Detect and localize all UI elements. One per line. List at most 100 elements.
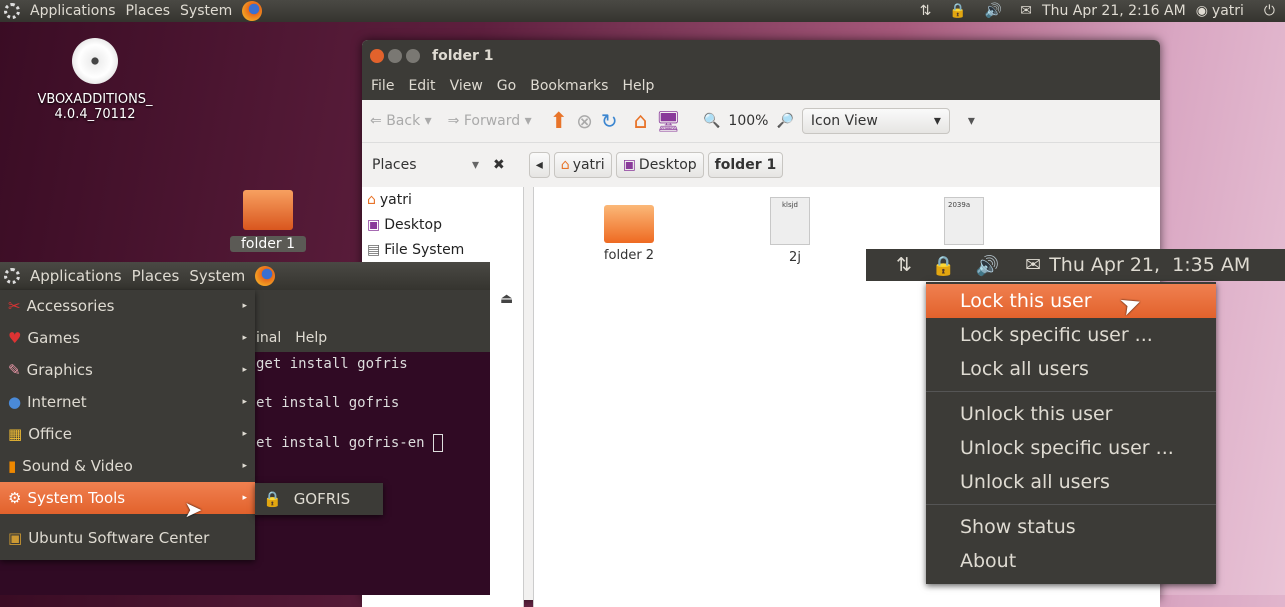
terminal-menu-terminal[interactable]: inal xyxy=(256,330,281,346)
inset-right-panel: ⇅ 🔒 🔊 ✉ Thu Apr 21, 1:35 AM xyxy=(866,249,1285,281)
location-bar: Places ▾ ✖ ◂ ⌂ yatri ▣ Desktop folder 1 xyxy=(362,143,1160,187)
desktop-icon: ▣ xyxy=(622,157,636,173)
menu-bookmarks[interactable]: Bookmarks xyxy=(530,78,608,94)
zoom-out-icon[interactable]: 🔍 xyxy=(703,113,720,129)
mail-icon[interactable]: ✉ xyxy=(1020,3,1032,19)
up-arrow-icon[interactable]: ⬆ xyxy=(550,109,568,134)
menu-help[interactable]: Help xyxy=(622,78,654,94)
clock[interactable]: Thu Apr 21, 1:35 AM xyxy=(1049,254,1250,276)
back-button[interactable]: ⇐ Back ▾ xyxy=(370,113,432,129)
minimize-button[interactable] xyxy=(388,49,402,63)
file-item-folder-2[interactable]: folder 2 xyxy=(589,205,669,263)
submenu-arrow-icon: ▸ xyxy=(242,461,247,471)
forward-button[interactable]: ⇒ Forward ▾ xyxy=(448,113,532,129)
cd-icon xyxy=(72,38,118,84)
lock-icon[interactable]: 🔒 xyxy=(932,254,956,277)
menu-go[interactable]: Go xyxy=(497,78,516,94)
file-item-2j[interactable]: klsjd 2j xyxy=(770,197,820,265)
lock-icon[interactable]: 🔒 xyxy=(949,3,966,19)
file-item[interactable]: 2039a xyxy=(944,197,994,245)
terminal-line: et install gofris xyxy=(256,395,400,411)
menu-system[interactable]: System xyxy=(189,267,245,285)
volume-icon[interactable]: 🔊 xyxy=(976,254,1000,277)
place-label: File System xyxy=(384,241,465,258)
firefox-icon[interactable] xyxy=(255,266,276,286)
menu-applications[interactable]: Applications xyxy=(30,3,116,19)
place-file-system[interactable]: ▤ File System xyxy=(362,237,523,262)
power-icon[interactable]: ⏻ xyxy=(1264,3,1275,19)
desktop-icon-vboxadditions[interactable]: VBOXADDITIONS_ 4.0.4_70112 xyxy=(20,38,170,122)
mouse-cursor-icon: ➤ xyxy=(184,498,203,523)
menu-item-lock-specific-user[interactable]: Lock specific user ... xyxy=(926,318,1216,352)
system-tools-submenu: 🔒 GOFRIS xyxy=(255,483,383,515)
submenu-arrow-icon: ▸ xyxy=(242,429,247,439)
view-mode-select[interactable]: Icon View ▾ xyxy=(801,108,950,134)
network-icon[interactable]: ⇅ xyxy=(896,254,912,276)
menu-item-games[interactable]: ♥ Games ▸ xyxy=(0,322,255,354)
menu-file[interactable]: File xyxy=(371,78,394,94)
lock-icon: 🔒 xyxy=(263,490,282,508)
user-name[interactable]: yatri xyxy=(1212,3,1244,19)
menu-item-label: Sound & Video xyxy=(22,457,133,475)
menu-item-sound-video[interactable]: ▮ Sound & Video ▸ xyxy=(0,450,255,482)
menu-item-ubuntu-software-center[interactable]: ▣ Ubuntu Software Center xyxy=(0,522,255,554)
menu-view[interactable]: View xyxy=(450,78,483,94)
breadcrumb-yatri[interactable]: ⌂ yatri xyxy=(553,152,612,178)
menu-item-graphics[interactable]: ✎ Graphics ▸ xyxy=(0,354,255,386)
firefox-icon[interactable] xyxy=(242,1,263,21)
home-icon[interactable]: ⌂ xyxy=(634,109,648,134)
sidebar-title[interactable]: Places xyxy=(372,157,472,173)
home-icon: ⌂ xyxy=(367,191,376,208)
overflow-chevron-icon[interactable]: ▾ xyxy=(968,113,975,129)
menu-item-show-status[interactable]: Show status xyxy=(926,510,1216,544)
inset-top-panel: Applications Places System xyxy=(0,262,490,290)
menu-item-accessories[interactable]: ✂ Accessories ▸ xyxy=(0,290,255,322)
folder-icon xyxy=(243,190,293,230)
menu-item-label: Internet xyxy=(27,393,87,411)
close-button[interactable] xyxy=(370,49,384,63)
desktop-icon-folder-1[interactable]: folder 1 xyxy=(230,190,306,252)
menu-separator xyxy=(926,391,1216,392)
menu-item-unlock-specific-user[interactable]: Unlock specific user ... xyxy=(926,431,1216,465)
clock[interactable]: Thu Apr 21, 2:16 AM xyxy=(1042,3,1186,19)
breadcrumb-desktop[interactable]: ▣ Desktop xyxy=(615,152,704,178)
place-yatri[interactable]: ⌂ yatri xyxy=(362,187,523,212)
window-title: folder 1 xyxy=(432,48,494,64)
top-panel: Applications Places System ⇅ 🔒 🔊 ✉ Thu A… xyxy=(0,0,1285,22)
breadcrumb-folder-1[interactable]: folder 1 xyxy=(707,152,784,178)
menu-item-lock-all-users[interactable]: Lock all users xyxy=(926,352,1216,386)
file-preview: 2039a xyxy=(948,201,971,209)
menu-item-unlock-all-users[interactable]: Unlock all users xyxy=(926,465,1216,499)
sidebar-dropdown-icon[interactable]: ▾ xyxy=(472,157,479,173)
reload-icon[interactable]: ↻ xyxy=(601,109,618,133)
menu-item-internet[interactable]: ● Internet ▸ xyxy=(0,386,255,418)
computer-icon[interactable]: 🖥 xyxy=(656,109,681,133)
terminal-line: get install gofris xyxy=(256,356,408,372)
stop-icon[interactable]: ⊗ xyxy=(576,109,593,133)
menu-item-label: Office xyxy=(28,425,72,443)
menu-applications[interactable]: Applications xyxy=(30,267,122,285)
menu-system[interactable]: System xyxy=(180,3,232,19)
volume-icon[interactable]: 🔊 xyxy=(985,3,1002,19)
maximize-button[interactable] xyxy=(406,49,420,63)
breadcrumb-left-arrow[interactable]: ◂ xyxy=(528,152,550,178)
menu-item-gofris[interactable]: 🔒 GOFRIS xyxy=(255,483,383,515)
place-desktop[interactable]: ▣ Desktop xyxy=(362,212,523,237)
menu-item-unlock-this-user[interactable]: Unlock this user xyxy=(926,397,1216,431)
menu-item-lock-this-user[interactable]: Lock this user xyxy=(926,284,1216,318)
menu-item-system-tools[interactable]: ⚙ System Tools ▸ xyxy=(0,482,255,514)
gear-icon: ⚙ xyxy=(8,489,22,507)
menu-item-about[interactable]: About xyxy=(926,544,1216,578)
graphics-icon: ✎ xyxy=(8,361,21,379)
desktop-icon: ▣ xyxy=(367,216,381,233)
menu-edit[interactable]: Edit xyxy=(408,78,435,94)
terminal-menu-help[interactable]: Help xyxy=(295,330,327,346)
menu-places[interactable]: Places xyxy=(126,3,171,19)
eject-icon[interactable]: ⏏ xyxy=(500,291,513,307)
sidebar-close-icon[interactable]: ✖ xyxy=(493,157,505,173)
menu-places[interactable]: Places xyxy=(132,267,180,285)
network-icon[interactable]: ⇅ xyxy=(920,3,932,19)
menu-item-office[interactable]: ▦ Office ▸ xyxy=(0,418,255,450)
zoom-in-icon[interactable]: 🔎 xyxy=(776,113,793,129)
mail-icon[interactable]: ✉ xyxy=(1025,254,1041,276)
